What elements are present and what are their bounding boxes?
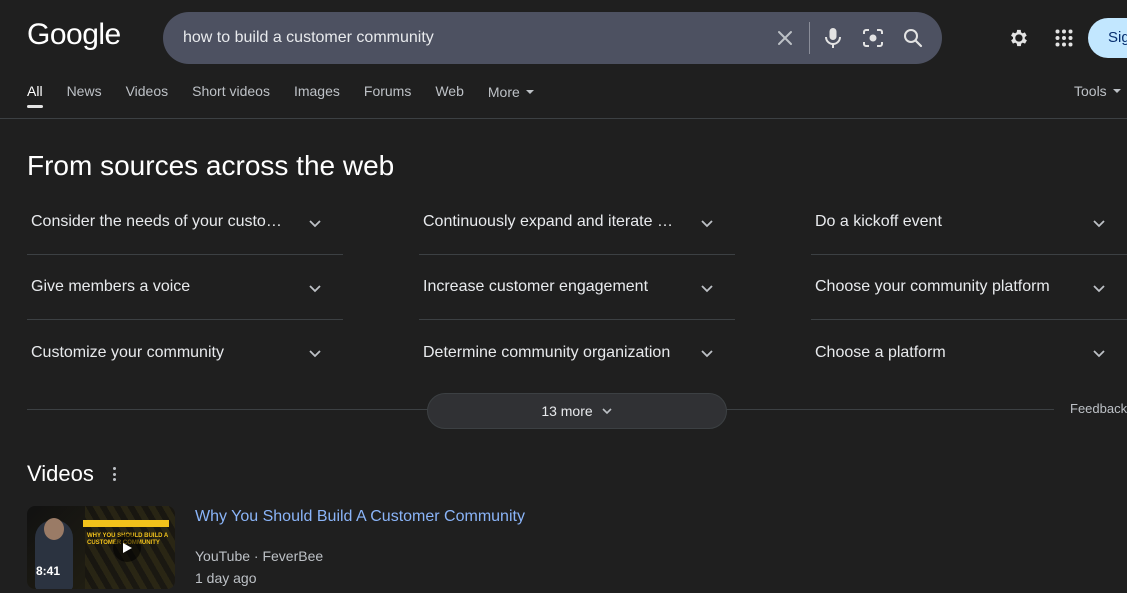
chevron-down-icon (1087, 276, 1111, 300)
accordion-item-label: Customize your community (31, 343, 224, 361)
tab-more[interactable]: More (488, 82, 534, 102)
accordion-item[interactable]: Choose a platform (811, 320, 1127, 385)
tab-videos[interactable]: Videos (126, 82, 169, 102)
chevron-down-icon (695, 211, 719, 235)
header-divider (0, 118, 1127, 119)
chevron-down-icon (303, 341, 327, 365)
accordion-item[interactable]: Give members a voice (27, 255, 343, 320)
caret-down-icon (1112, 89, 1121, 93)
video-thumbnail[interactable]: WHY YOU SHOULD BUILD A CUSTOMER COMMUNIT… (27, 506, 175, 589)
tab-news[interactable]: News (67, 82, 102, 102)
accordion-item-label: Do a kickoff event (815, 213, 942, 230)
google-logo[interactable]: Google (27, 18, 121, 52)
chevron-down-icon (1087, 341, 1111, 365)
accordion-item[interactable]: Choose your community platform (811, 255, 1127, 320)
thumbnail-banner (83, 520, 169, 527)
video-date: 1 day ago (195, 570, 257, 586)
accordion-item-label: Increase customer engagement (423, 278, 649, 295)
gear-icon[interactable] (1006, 26, 1030, 50)
video-title-link[interactable]: Why You Should Build A Customer Communit… (195, 508, 525, 526)
accordion-item-label: Continuously expand and iterate on your … (423, 213, 679, 230)
caret-down-icon (525, 90, 534, 94)
chevron-down-icon (1087, 211, 1111, 235)
accordion-item-label: Choose your community platform (815, 278, 1050, 295)
search-tabs: All News Videos Short videos Images Foru… (27, 82, 558, 108)
accordion-item-label: Give members a voice (31, 278, 191, 295)
search-icon[interactable] (901, 26, 925, 50)
more-button[interactable]: 13 more (427, 393, 727, 429)
tab-more-label: More (487, 84, 520, 100)
accordion-item[interactable]: Do a kickoff event (811, 190, 1127, 255)
accordion-item[interactable]: Determine community organization (419, 320, 735, 385)
more-label: 13 more (541, 403, 593, 419)
accordion-item-label: Choose a platform (815, 343, 946, 361)
tools-label: Tools (1074, 83, 1107, 99)
tab-images[interactable]: Images (294, 82, 340, 102)
tools-button[interactable]: Tools (1074, 82, 1121, 100)
accordion-item[interactable]: Increase customer engagement (419, 255, 735, 320)
more-options-icon[interactable] (108, 465, 120, 483)
feedback-link[interactable]: Feedback (1070, 401, 1127, 416)
chevron-down-icon (303, 211, 327, 235)
accordion-item-label: Determine community organization (423, 343, 671, 361)
sources-title: From sources across the web (27, 150, 395, 181)
accordion-item[interactable]: Customize your community (27, 320, 343, 385)
tab-short-videos[interactable]: Short videos (192, 82, 270, 102)
microphone-icon[interactable] (821, 26, 845, 50)
search-results-page: Google how to build a customer community… (0, 0, 1127, 593)
tab-web[interactable]: Web (435, 82, 464, 102)
apps-grid-icon[interactable] (1052, 26, 1076, 50)
lens-icon[interactable] (861, 26, 885, 50)
tab-forums[interactable]: Forums (364, 82, 411, 102)
thumbnail-person (35, 518, 73, 589)
chevron-down-icon (695, 341, 719, 365)
sign-in-button[interactable]: Sign in (1088, 18, 1127, 58)
chevron-down-icon (303, 276, 327, 300)
search-divider (809, 22, 810, 54)
chevron-down-icon (695, 276, 719, 300)
search-box[interactable]: how to build a customer community (163, 12, 942, 64)
videos-title: Videos (27, 461, 94, 486)
accordion-item-label: Consider the needs of your customers (31, 213, 287, 230)
accordion-item[interactable]: Continuously expand and iterate on your … (419, 190, 735, 255)
video-source: YouTube · FeverBee (195, 548, 324, 564)
chevron-down-icon (601, 405, 613, 417)
play-icon[interactable] (113, 534, 141, 562)
search-input[interactable]: how to build a customer community (183, 12, 434, 64)
tab-all[interactable]: All (27, 82, 43, 108)
video-duration: 8:41 (36, 564, 61, 578)
clear-icon[interactable] (773, 26, 797, 50)
accordion-item[interactable]: Consider the needs of your customers (27, 190, 343, 255)
